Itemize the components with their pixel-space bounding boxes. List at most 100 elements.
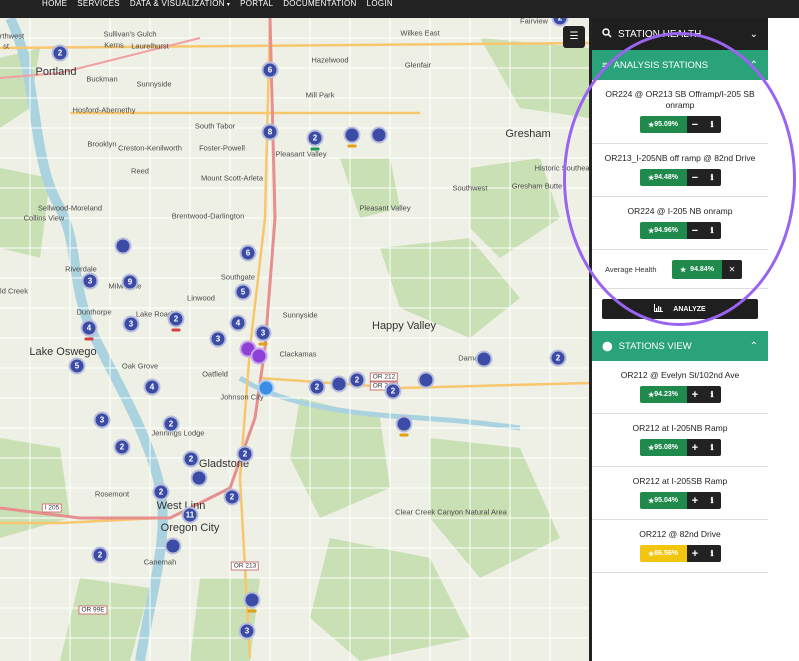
station-marker[interactable] [395,415,413,437]
station-marker[interactable]: 4 [80,319,98,341]
health-value: 86.56% [654,550,679,557]
info-button[interactable]: ℹ [703,439,721,456]
add-station-button[interactable]: + [686,545,704,562]
station-marker[interactable] [190,469,208,487]
add-station-button[interactable]: + [686,386,704,403]
info-button[interactable]: ℹ [703,386,721,403]
clear-average-button[interactable]: ✕ [721,260,742,279]
station-name: OR224 @ OR213 SB Offramp/I-205 SB onramp [605,89,755,110]
add-station-button[interactable]: + [686,492,704,509]
place-label: Lake Oswego [29,346,97,358]
remove-station-button[interactable]: − [686,116,704,133]
station-controls: ★ 94.48% − ℹ [639,169,721,186]
place-label: Brentwood-Darlington [171,211,245,221]
station-marker[interactable]: 2 [91,546,109,564]
place-label: Oatfield [202,369,228,379]
station-marker[interactable] [475,350,493,368]
station-marker[interactable]: 2 [236,445,254,463]
station-marker[interactable] [330,375,348,393]
info-button[interactable]: ℹ [703,545,721,562]
chart-icon [654,304,664,314]
station-marker[interactable]: 2 [348,371,366,389]
place-label: Sullivan's Gulch [103,29,157,39]
station-marker[interactable] [257,379,275,397]
station-marker[interactable]: 2 [549,349,567,367]
place-label: Reed [131,166,149,176]
info-button[interactable]: ℹ [703,116,721,133]
station-marker[interactable]: 3 [254,324,272,346]
health-value: 94.48% [654,174,679,181]
place-label: Mill Park [305,90,335,100]
station-marker[interactable]: 2 [51,44,69,62]
marker-status-bar [84,337,94,341]
station-marker[interactable] [243,591,261,613]
station-marker[interactable]: 2 [167,310,185,332]
station-marker[interactable] [370,126,388,144]
remove-station-button[interactable]: − [686,222,704,239]
station-marker[interactable]: 2 [308,378,326,396]
station-controls: ★ 95.04% + ℹ [639,492,721,509]
analyze-button[interactable]: ANALYZE [602,299,758,319]
station-marker[interactable]: 5 [68,357,86,375]
station-marker[interactable] [343,126,361,148]
layer-toggle-button[interactable]: ☰ [563,26,585,48]
nav-item[interactable]: HOME [42,0,67,9]
station-marker[interactable]: 3 [93,411,111,429]
place-label: Pleasant Valley [359,203,411,213]
health-value: 95.08% [654,444,679,451]
stations-view-header[interactable]: ⬤ STATIONS VIEW ⌃ [592,331,768,361]
station-marker[interactable]: 3 [238,622,256,640]
station-marker[interactable] [417,371,435,389]
info-button[interactable]: ℹ [703,169,721,186]
nav-item[interactable]: PORTAL [240,0,273,9]
health-badge: ★ 94.96% [639,222,687,239]
nav-item[interactable]: LOGIN [367,0,393,9]
station-marker[interactable]: 8 [261,123,279,141]
station-marker[interactable]: 5 [234,283,252,301]
station-marker[interactable]: 3 [209,330,227,348]
place-label: rthwest [0,31,25,41]
place-label: Sunnyside [136,79,172,89]
station-health-header[interactable]: STATION HEALTH ⌄ [592,18,768,50]
place-label: Glenfair [404,60,432,70]
nav-item[interactable]: DATA & VISUALIZATION ▾ [130,0,230,9]
station-marker[interactable] [250,347,268,365]
station-marker[interactable]: 3 [122,315,140,333]
health-value: 94.96% [654,227,679,234]
station-marker[interactable]: 4 [229,314,247,332]
station-controls: ★ 95.09% − ℹ [639,116,721,133]
station-marker[interactable]: 2 [306,129,324,151]
station-marker[interactable] [114,237,132,255]
station-marker[interactable]: 2 [182,450,200,468]
station-marker[interactable]: 11 [181,506,199,524]
station-marker[interactable]: 6 [239,244,257,262]
side-panel: STATION HEALTH ⌄ ≡ ANALYSIS STATIONS ⌃ O… [589,18,768,661]
analysis-stations-header[interactable]: ≡ ANALYSIS STATIONS ⌃ [592,50,768,80]
nav-item[interactable]: SERVICES [77,0,120,9]
station-marker[interactable]: 3 [81,272,99,290]
remove-station-button[interactable]: − [686,169,704,186]
top-nav: HOME SERVICES DATA & VISUALIZATION ▾ PORTAL D… [0,0,799,18]
station-marker[interactable] [164,537,182,555]
station-marker[interactable]: 4 [143,378,161,396]
map[interactable]: rthwest st Sullivan's Gulch Kerns Laurelhurs… [0,18,589,661]
station-name: OR212 at I-205SB Ramp [632,476,728,486]
station-marker[interactable]: 9 [121,273,139,291]
nav-item[interactable]: DOCUMENTATION [283,0,356,9]
station-marker[interactable]: 6 [261,61,279,79]
place-label: st [3,41,9,51]
station-marker[interactable]: 2 [162,415,180,433]
info-button[interactable]: ℹ [703,222,721,239]
station-marker[interactable]: 2 [223,488,241,506]
marker-status-bar [310,147,320,151]
place-label: Southgate [220,272,256,282]
station-marker[interactable]: 2 [384,382,402,400]
station-controls: ★ 94.23% + ℹ [639,386,721,403]
map-marker-icon: ⬤ [602,340,613,352]
station-marker[interactable]: 2 [152,483,170,501]
station-marker[interactable]: 2 [113,438,131,456]
add-station-button[interactable]: + [686,439,704,456]
info-button[interactable]: ℹ [703,492,721,509]
place-label: Collins View [23,213,65,223]
station-item: OR224 @ I-205 NB onramp ★ 94.96% − ℹ [592,197,768,250]
